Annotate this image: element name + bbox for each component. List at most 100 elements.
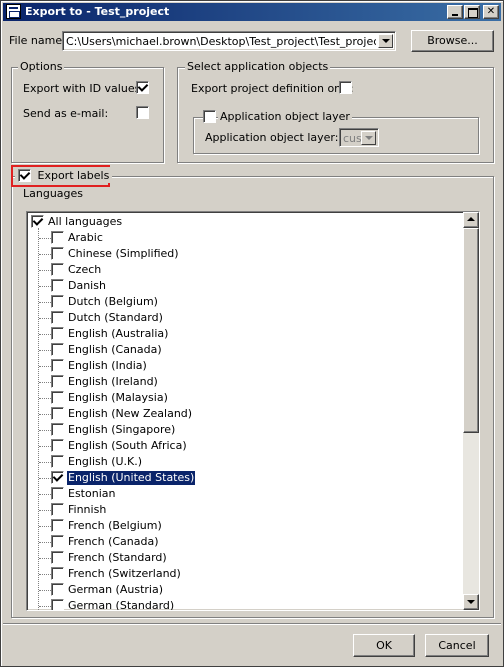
language-label: Finnish bbox=[68, 503, 107, 516]
list-item[interactable]: French (Belgium) bbox=[27, 518, 462, 534]
scroll-up-icon[interactable] bbox=[463, 212, 479, 228]
maximize-button[interactable] bbox=[464, 5, 480, 19]
language-checkbox[interactable] bbox=[51, 231, 64, 244]
language-checkbox[interactable] bbox=[51, 551, 64, 564]
tree-line bbox=[39, 478, 51, 479]
scroll-down-icon[interactable] bbox=[463, 594, 479, 610]
language-checkbox[interactable] bbox=[51, 471, 64, 484]
language-checkbox[interactable] bbox=[51, 423, 64, 436]
export-project-def-label: Export project definition only: bbox=[191, 82, 354, 95]
list-item[interactable]: English (Malaysia) bbox=[27, 390, 462, 406]
language-label: English (Singapore) bbox=[68, 423, 176, 436]
list-item-all-languages[interactable]: All languages bbox=[27, 214, 462, 230]
list-item[interactable]: French (Standard) bbox=[27, 550, 462, 566]
list-item[interactable]: English (New Zealand) bbox=[27, 406, 462, 422]
tree-line bbox=[39, 606, 51, 607]
language-label: English (Malaysia) bbox=[68, 391, 168, 404]
list-item[interactable]: Estonian bbox=[27, 486, 462, 502]
tree-line bbox=[39, 446, 51, 447]
export-labels-title-area: Export labels bbox=[15, 167, 113, 183]
list-item[interactable]: German (Austria) bbox=[27, 582, 462, 598]
list-item[interactable]: German (Standard) bbox=[27, 598, 462, 610]
file-name-label: File name: bbox=[9, 34, 66, 47]
language-checkbox[interactable] bbox=[51, 503, 64, 516]
language-checkbox[interactable] bbox=[51, 359, 64, 372]
list-item[interactable]: French (Switzerland) bbox=[27, 566, 462, 582]
tree-line bbox=[39, 462, 51, 463]
app-object-layer-checkbox[interactable] bbox=[203, 110, 216, 123]
tree-line bbox=[39, 238, 51, 239]
language-checkbox[interactable] bbox=[51, 263, 64, 276]
tree-line bbox=[39, 430, 51, 431]
send-email-checkbox[interactable] bbox=[136, 106, 149, 119]
tree-line bbox=[39, 286, 51, 287]
tree-line bbox=[39, 590, 51, 591]
language-checkbox[interactable] bbox=[51, 455, 64, 468]
export-id-values-label: Export with ID values: bbox=[23, 82, 145, 95]
list-item[interactable]: Dutch (Standard) bbox=[27, 310, 462, 326]
list-item[interactable]: English (United States) bbox=[27, 470, 462, 486]
close-button[interactable]: ✕ bbox=[483, 5, 499, 19]
list-item[interactable]: English (U.K.) bbox=[27, 454, 462, 470]
all-languages-checkbox[interactable] bbox=[31, 215, 44, 228]
language-checkbox[interactable] bbox=[51, 343, 64, 356]
title-bar[interactable]: Export to - Test_project ✕ bbox=[3, 3, 501, 21]
export-id-values-checkbox[interactable] bbox=[136, 81, 149, 94]
list-item[interactable]: Czech bbox=[27, 262, 462, 278]
language-label: French (Belgium) bbox=[68, 519, 162, 532]
language-label: Dutch (Standard) bbox=[68, 311, 163, 324]
list-item[interactable]: English (India) bbox=[27, 358, 462, 374]
list-item[interactable]: Arabic bbox=[27, 230, 462, 246]
list-item[interactable]: English (Canada) bbox=[27, 342, 462, 358]
language-checkbox[interactable] bbox=[51, 327, 64, 340]
tree-line bbox=[39, 382, 51, 383]
language-checkbox[interactable] bbox=[51, 279, 64, 292]
language-label: Czech bbox=[68, 263, 102, 276]
language-checkbox[interactable] bbox=[51, 407, 64, 420]
list-item[interactable]: Danish bbox=[27, 278, 462, 294]
list-item[interactable]: Chinese (Simplified) bbox=[27, 246, 462, 262]
minimize-button[interactable] bbox=[447, 5, 463, 19]
tree-line bbox=[39, 398, 51, 399]
list-item[interactable]: English (Ireland) bbox=[27, 374, 462, 390]
language-checkbox[interactable] bbox=[51, 295, 64, 308]
language-label: Danish bbox=[68, 279, 106, 292]
language-checkbox[interactable] bbox=[51, 535, 64, 548]
language-label: German (Austria) bbox=[68, 583, 163, 596]
languages-tree[interactable]: All languages Arabic Chinese (Simplified)… bbox=[26, 211, 480, 611]
export-project-def-checkbox[interactable] bbox=[339, 81, 352, 94]
list-item[interactable]: English (Australia) bbox=[27, 326, 462, 342]
language-checkbox[interactable] bbox=[51, 487, 64, 500]
language-checkbox[interactable] bbox=[51, 599, 64, 610]
tree-line bbox=[39, 366, 51, 367]
chevron-down-icon[interactable] bbox=[378, 34, 393, 48]
language-checkbox[interactable] bbox=[51, 583, 64, 596]
list-item[interactable]: English (Singapore) bbox=[27, 422, 462, 438]
ok-button[interactable]: OK bbox=[353, 634, 415, 657]
list-item[interactable]: Finnish bbox=[27, 502, 462, 518]
browse-button[interactable]: Browse... bbox=[411, 30, 494, 52]
tree-line bbox=[39, 334, 51, 335]
list-item[interactable]: Dutch (Belgium) bbox=[27, 294, 462, 310]
list-item[interactable]: English (South Africa) bbox=[27, 438, 462, 454]
export-labels-checkbox[interactable] bbox=[18, 168, 31, 182]
app-object-layer-combo: cus bbox=[339, 128, 379, 147]
cancel-button[interactable]: Cancel bbox=[425, 634, 489, 657]
language-checkbox[interactable] bbox=[51, 567, 64, 580]
list-item[interactable]: French (Canada) bbox=[27, 534, 462, 550]
export-dialog: Export to - Test_project ✕ File name: C:… bbox=[0, 0, 504, 667]
send-email-label: Send as e-mail: bbox=[23, 107, 109, 120]
tree-line bbox=[39, 574, 51, 575]
app-object-layer-value: cus bbox=[343, 132, 362, 145]
language-checkbox[interactable] bbox=[51, 519, 64, 532]
language-checkbox[interactable] bbox=[51, 439, 64, 452]
languages-label: Languages bbox=[23, 187, 84, 200]
language-label: English (South Africa) bbox=[68, 439, 187, 452]
language-checkbox[interactable] bbox=[51, 375, 64, 388]
language-checkbox[interactable] bbox=[51, 311, 64, 324]
languages-scrollbar[interactable] bbox=[463, 212, 479, 610]
language-checkbox[interactable] bbox=[51, 391, 64, 404]
language-checkbox[interactable] bbox=[51, 247, 64, 260]
scroll-thumb[interactable] bbox=[463, 228, 479, 433]
file-name-combo[interactable]: C:\Users\michael.brown\Desktop\Test_proj… bbox=[62, 31, 396, 51]
